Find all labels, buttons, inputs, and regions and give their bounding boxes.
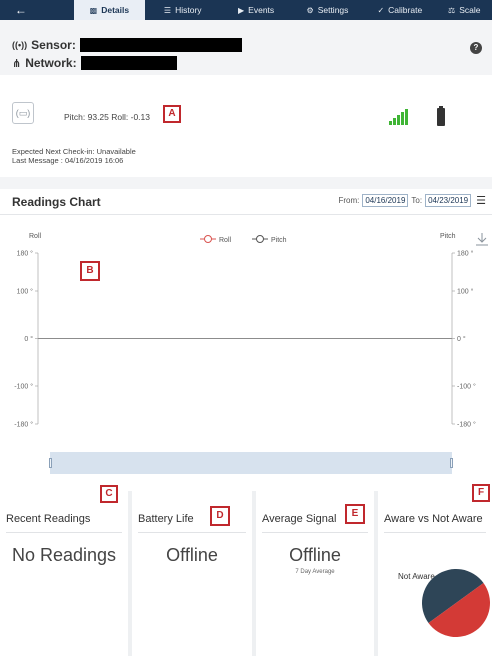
legend-item-roll[interactable]: Roll (200, 235, 232, 245)
tile-aware-vs-not-aware: Aware vs Not Aware Not Aware (378, 491, 492, 656)
tile-battery-value: Offline (166, 545, 218, 565)
from-date-input[interactable]: 04/16/2019 (362, 194, 409, 207)
tab-settings[interactable]: ⚙ Settings (292, 0, 363, 20)
summary-tiles: Recent Readings No Readings Battery Life… (0, 491, 492, 656)
megaphone-icon: ▶ (238, 5, 245, 15)
left-tick-label: 100 ° (17, 288, 34, 296)
list-icon: ☰ (163, 5, 172, 15)
chart-menu-icon[interactable]: ☰ (476, 194, 486, 207)
tile-signal-value: Offline (289, 545, 341, 565)
next-checkin: Expected Next Check-in: Unavailable (12, 147, 136, 156)
tilt-sensor-icon: (▭) (12, 102, 34, 124)
left-axis-title: Roll (29, 233, 42, 240)
back-arrow-icon[interactable]: ← (4, 3, 38, 17)
annotation-b: B (80, 261, 100, 281)
annotation-a: A (163, 105, 181, 123)
tile-recent-title: Recent Readings (6, 513, 91, 525)
tab-details-label: Details (101, 5, 130, 15)
network-row: ⋔ Network: (12, 56, 177, 70)
navigator-left-handle[interactable] (49, 458, 52, 468)
legend-label-roll: Roll (219, 237, 232, 244)
bar-chart-icon: ▩ (89, 5, 98, 15)
tile-aware-title: Aware vs Not Aware (384, 513, 483, 525)
right-tick-label: -100 ° (457, 383, 476, 391)
date-range: From: 04/16/2019 To: 04/23/2019 ☰ (338, 194, 486, 207)
scale-icon: ⚖ (448, 5, 456, 15)
to-label: To: (411, 196, 423, 205)
network-name-redacted (80, 56, 177, 70)
from-label: From: (338, 196, 360, 205)
chart-header: Readings Chart From: 04/16/2019 To: 04/2… (0, 189, 492, 215)
tab-settings-label: Settings (317, 5, 349, 15)
tile-recent-value: No Readings (11, 545, 117, 565)
sensor-row: ((•)) Sensor: (12, 38, 242, 52)
right-tick-label: -180 ° (457, 421, 476, 429)
readings-chart: 180 ° 180 ° 100 ° 100 ° 0 ° 0 ° -100 ° -100 ° -1… (14, 233, 488, 429)
chart-legend: Roll Pitch (200, 235, 287, 245)
navigator-right-handle[interactable] (450, 458, 453, 468)
tab-history[interactable]: ☰ History (145, 0, 220, 20)
right-tick-label: 180 ° (457, 250, 474, 258)
right-tick-label: 0 ° (457, 335, 466, 343)
legend-label-pitch: Pitch (271, 237, 287, 244)
tile-battery-life: Battery Life Offline (132, 491, 252, 656)
annotation-e: E (345, 504, 365, 524)
sensor-label: Sensor: (31, 38, 76, 52)
tile-divider (262, 532, 368, 533)
left-tick-label: -180 ° (14, 421, 33, 429)
current-reading: Pitch: 93.25 Roll: -0.13 (64, 112, 150, 122)
legend-item-pitch[interactable]: Pitch (252, 235, 287, 245)
right-axis-title: Pitch (440, 233, 456, 240)
tab-history-label: History (175, 5, 202, 15)
pie-slices (422, 569, 490, 637)
left-tick-label: -100 ° (14, 383, 33, 391)
network-label: Network: (25, 56, 77, 70)
tile-battery-title: Battery Life (138, 513, 194, 525)
tile-divider (138, 532, 246, 533)
left-tick-label: 180 ° (17, 250, 34, 258)
signal-strength-icon (389, 109, 409, 125)
battery-icon (437, 106, 445, 126)
sensor-name-redacted (79, 38, 242, 52)
tab-events-label: Events (248, 5, 275, 15)
download-icon[interactable] (476, 233, 488, 246)
left-tick-label: 0 ° (24, 335, 33, 343)
tab-calibrate-label: Calibrate (388, 5, 423, 15)
tab-events[interactable]: ▶ Events (220, 0, 291, 20)
chart-title: Readings Chart (12, 195, 101, 209)
tile-divider (384, 532, 486, 533)
broadcast-icon: ((•)) (12, 40, 28, 50)
chart-navigator[interactable] (49, 452, 453, 474)
checkin-info: Expected Next Check-in: Unavailable Last… (12, 147, 136, 165)
tab-scale-label: Scale (459, 5, 481, 15)
gear-icon: ⚙ (306, 5, 314, 15)
annotation-f: F (472, 484, 490, 502)
annotation-c: C (100, 485, 118, 503)
last-message: Last Message : 04/16/2019 16:06 (12, 156, 124, 165)
right-tick-label: 100 ° (457, 288, 474, 296)
help-icon[interactable]: ? (470, 42, 482, 54)
network-icon: ⋔ (12, 57, 22, 70)
wrench-icon: ✓ (377, 5, 385, 15)
annotation-d: D (210, 506, 230, 526)
section-divider (0, 177, 492, 189)
tab-details[interactable]: ▩ Details (73, 0, 146, 20)
tile-signal-title: Average Signal (262, 513, 337, 525)
status-panel: (▭) Pitch: 93.25 Roll: -0.13 A Expected … (0, 75, 492, 177)
tab-scale[interactable]: ⚖ Scale (437, 0, 492, 20)
tile-signal-subtitle: 7 Day Average (295, 569, 335, 575)
aware-pie-chart (422, 569, 490, 637)
tile-divider (6, 532, 122, 533)
to-date-input[interactable]: 04/23/2019 (425, 194, 472, 207)
tile-recent-readings: Recent Readings No Readings (0, 491, 128, 656)
top-nav: ← ▩ Details ☰ History ▶ Events ⚙ Setting… (0, 0, 492, 20)
sensor-header: ((•)) Sensor: ⋔ Network: ? (0, 20, 492, 75)
tab-calibrate[interactable]: ✓ Calibrate (363, 0, 436, 20)
